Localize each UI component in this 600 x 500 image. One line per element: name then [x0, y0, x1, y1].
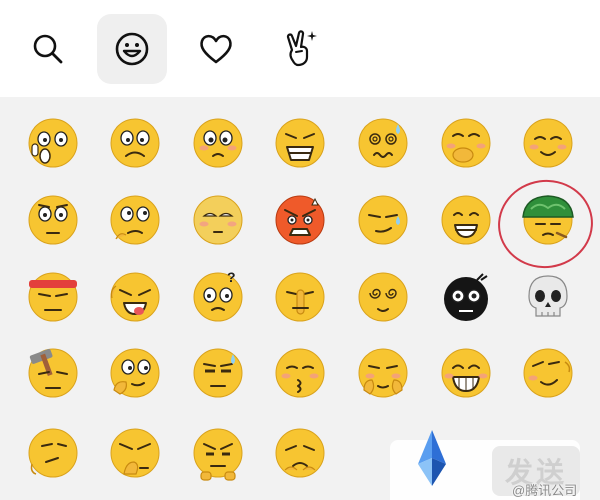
kissy-face-icon [275, 348, 325, 398]
smirk-sweat-face-icon [358, 195, 408, 245]
blush-smile-emoji[interactable] [519, 114, 577, 172]
tilted-smile-emoji[interactable] [519, 344, 577, 402]
skull-face-icon [528, 275, 568, 317]
grin-emoji[interactable] [437, 191, 495, 249]
kissy-emoji[interactable] [271, 344, 329, 402]
wide-eyes-emoji[interactable] [24, 191, 82, 249]
hmph-emoji[interactable] [24, 424, 82, 482]
big-grin-face-icon [441, 348, 491, 398]
smirk-sweat-emoji[interactable] [354, 191, 412, 249]
dizzy-face-icon: ? [193, 269, 243, 322]
smiley-icon [115, 32, 149, 66]
big-grin-emoji[interactable] [437, 344, 495, 402]
cheeky-face-icon [358, 348, 408, 398]
tab-search[interactable] [13, 14, 83, 84]
watermark-logo-icon [418, 430, 446, 486]
side-eye-sweat-face-icon [193, 348, 243, 398]
frown-emoji[interactable] [106, 114, 164, 172]
chin-rub-emoji[interactable] [106, 344, 164, 402]
heart-icon [200, 34, 232, 64]
pitiful-face-icon [275, 428, 325, 478]
tab-gestures[interactable] [265, 14, 335, 84]
victory-hand-icon [286, 30, 317, 67]
chin-rub-face-icon [110, 348, 160, 398]
wide-eyes-face-icon [28, 195, 78, 245]
annoyed-emoji[interactable] [189, 424, 247, 482]
tongue-out-emoji[interactable] [106, 268, 164, 326]
hmph-face-icon [28, 428, 78, 478]
shush-emoji[interactable] [271, 268, 329, 326]
facepalm-face-icon [110, 428, 160, 478]
tab-favorites[interactable] [181, 14, 251, 84]
hammer-face-icon [28, 348, 78, 398]
grin-face-icon [441, 195, 491, 245]
green-hat-emoji[interactable] [519, 191, 577, 249]
cover-mouth-face-icon [441, 118, 491, 168]
shush-face-icon [275, 272, 325, 322]
watermark-text: @腾讯公司 [512, 483, 578, 498]
facepalm-emoji[interactable] [106, 424, 164, 482]
crying-emoji[interactable] [189, 114, 247, 172]
frown-face-icon [110, 118, 160, 168]
rolling-eyes-face-icon [193, 195, 243, 245]
headband-emoji[interactable] [24, 268, 82, 326]
blush-smile-face-icon [523, 118, 573, 168]
svg-text:?: ? [227, 269, 236, 285]
sob-face-icon [275, 118, 325, 168]
annoyed-face-icon [193, 428, 243, 481]
cover-mouth-emoji[interactable] [437, 114, 495, 172]
spiral-eyes-face-icon [358, 272, 408, 322]
green-hat-face-icon [522, 195, 574, 245]
pitiful-emoji[interactable] [271, 424, 329, 482]
dizzy-emoji[interactable]: ? [189, 268, 247, 326]
side-eye-sweat-emoji[interactable] [189, 344, 247, 402]
dizzy-sweat-face-icon [358, 118, 408, 168]
search-icon [33, 34, 63, 64]
emoji-tab-bar [0, 0, 600, 97]
black-face-face-icon [444, 273, 488, 321]
rolling-eyes-emoji[interactable] [189, 191, 247, 249]
tilted-smile-face-icon [523, 348, 573, 398]
angry-face-icon [275, 195, 325, 245]
thinking-emoji[interactable] [106, 191, 164, 249]
angry-emoji[interactable] [271, 191, 329, 249]
dizzy-sweat-emoji[interactable] [354, 114, 412, 172]
hammer-emoji[interactable] [24, 344, 82, 402]
crying-face-icon [193, 118, 243, 168]
skull-emoji[interactable] [519, 268, 577, 326]
black-face-emoji[interactable] [437, 268, 495, 326]
tongue-out-face-icon [110, 272, 160, 322]
headband-face-icon [28, 272, 78, 322]
shocked-face-icon [28, 118, 78, 168]
cheeky-emoji[interactable] [354, 344, 412, 402]
shocked-emoji[interactable] [24, 114, 82, 172]
sob-emoji[interactable] [271, 114, 329, 172]
thinking-face-icon [110, 195, 160, 245]
spiral-eyes-emoji[interactable] [354, 268, 412, 326]
tab-emoji[interactable] [97, 14, 167, 84]
